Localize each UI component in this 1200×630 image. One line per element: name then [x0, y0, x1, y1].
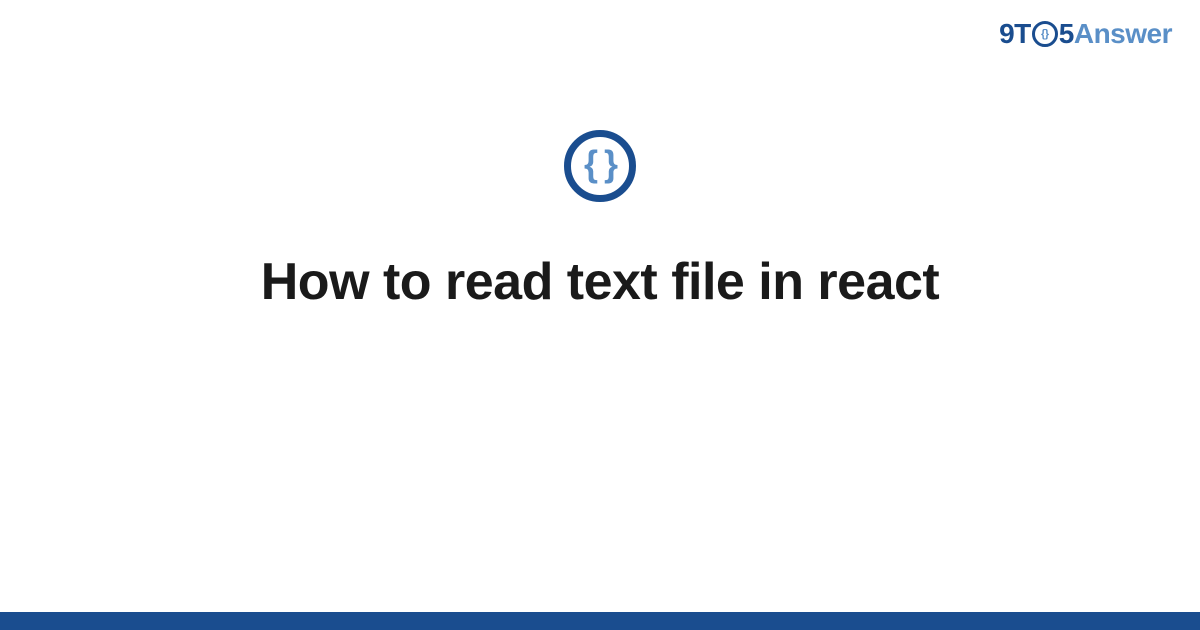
brand-answer: Answer [1074, 18, 1172, 50]
page-title: How to read text file in react [0, 252, 1200, 312]
brand-circle-braces: {} [1041, 29, 1049, 40]
brand-9t: 9T [999, 18, 1031, 50]
brand-5: 5 [1059, 18, 1074, 50]
footer-bar [0, 612, 1200, 630]
braces-icon: { } [584, 146, 616, 182]
brand-circle-icon: {} [1032, 21, 1058, 47]
category-icon: { } [564, 130, 636, 202]
brand-logo: 9T {} 5 Answer [999, 18, 1172, 50]
